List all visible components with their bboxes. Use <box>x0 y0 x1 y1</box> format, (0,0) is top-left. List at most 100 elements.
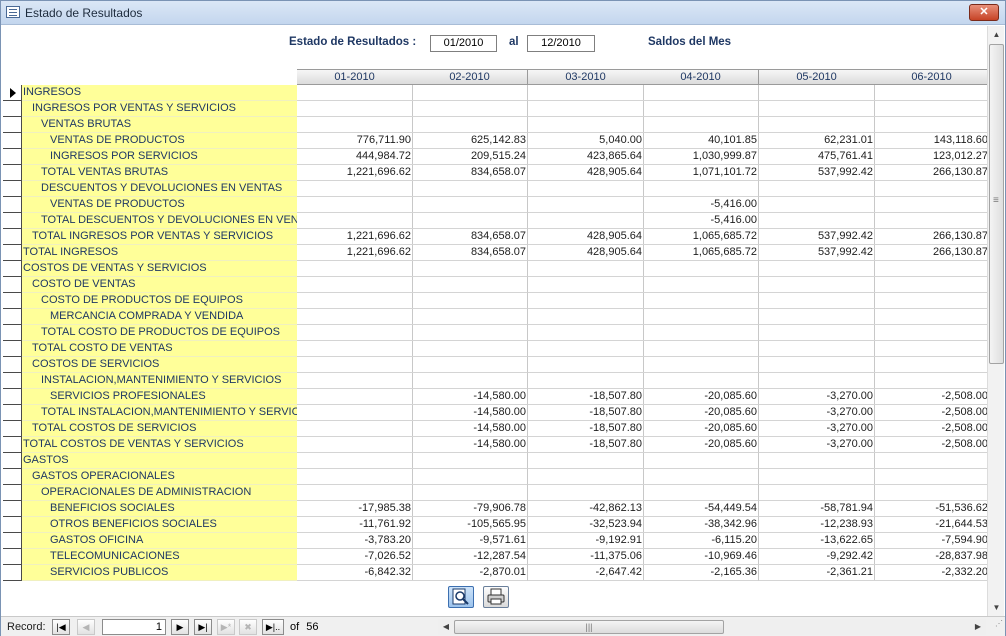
amount-cell[interactable] <box>297 309 413 325</box>
row-selector[interactable] <box>3 517 22 533</box>
amount-cell[interactable] <box>874 85 987 101</box>
amount-cell[interactable]: -14,580.00 <box>412 389 528 405</box>
amount-cell[interactable] <box>412 325 528 341</box>
amount-cell[interactable] <box>759 485 875 501</box>
amount-cell[interactable] <box>528 117 644 133</box>
amount-cell[interactable]: -18,507.80 <box>528 389 644 405</box>
amount-cell[interactable] <box>874 117 987 133</box>
amount-cell[interactable]: -18,507.80 <box>528 421 644 437</box>
amount-cell[interactable] <box>297 485 413 501</box>
amount-cell[interactable]: -32,523.94 <box>528 517 644 533</box>
amount-cell[interactable] <box>643 181 759 197</box>
amount-cell[interactable] <box>412 485 528 501</box>
row-selector[interactable] <box>3 389 22 405</box>
amount-cell[interactable] <box>874 101 987 117</box>
amount-cell[interactable]: 428,905.64 <box>528 229 644 245</box>
amount-cell[interactable] <box>759 309 875 325</box>
amount-cell[interactable] <box>874 453 987 469</box>
amount-cell[interactable] <box>528 101 644 117</box>
amount-cell[interactable]: -42,862.13 <box>528 501 644 517</box>
amount-cell[interactable]: -2,508.00 <box>874 421 987 437</box>
amount-cell[interactable] <box>643 261 759 277</box>
amount-cell[interactable] <box>412 453 528 469</box>
amount-cell[interactable]: -20,085.60 <box>643 437 759 453</box>
amount-cell[interactable] <box>643 469 759 485</box>
amount-cell[interactable]: -12,238.93 <box>759 517 875 533</box>
amount-cell[interactable]: 776,711.90 <box>297 133 413 149</box>
amount-cell[interactable] <box>874 197 987 213</box>
row-selector[interactable] <box>3 245 22 261</box>
row-selector[interactable] <box>3 261 22 277</box>
amount-cell[interactable] <box>874 181 987 197</box>
table-row[interactable]: VENTAS DE PRODUCTOS -5,416.00 <box>3 197 987 213</box>
amount-cell[interactable] <box>412 117 528 133</box>
amount-cell[interactable] <box>874 325 987 341</box>
amount-cell[interactable] <box>297 117 413 133</box>
amount-cell[interactable]: 62,231.01 <box>759 133 875 149</box>
table-row[interactable]: GASTOS OPERACIONALES <box>3 469 987 485</box>
amount-cell[interactable] <box>528 293 644 309</box>
amount-cell[interactable] <box>528 277 644 293</box>
amount-cell[interactable] <box>874 293 987 309</box>
amount-cell[interactable]: -2,508.00 <box>874 389 987 405</box>
table-row[interactable]: TOTAL VENTAS BRUTAS 1,221,696.62 834,658.0… <box>3 165 987 181</box>
amount-cell[interactable]: -2,332.20 <box>874 565 987 581</box>
amount-cell[interactable] <box>297 293 413 309</box>
amount-cell[interactable]: -11,761.92 <box>297 517 413 533</box>
amount-cell[interactable]: -7,026.52 <box>297 549 413 565</box>
table-row[interactable]: INGRESOS <box>3 85 987 101</box>
amount-cell[interactable]: 266,130.87 <box>874 165 987 181</box>
amount-cell[interactable] <box>759 117 875 133</box>
amount-cell[interactable] <box>759 181 875 197</box>
table-row[interactable]: COSTO DE PRODUCTOS DE EQUIPOS <box>3 293 987 309</box>
amount-cell[interactable] <box>874 261 987 277</box>
amount-cell[interactable] <box>297 341 413 357</box>
amount-cell[interactable]: -11,375.06 <box>528 549 644 565</box>
table-row[interactable]: SERVICIOS PUBLICOS -6,842.32 -2,870.01 -2,6… <box>3 565 987 581</box>
amount-cell[interactable] <box>297 373 413 389</box>
amount-cell[interactable]: -20,085.60 <box>643 389 759 405</box>
amount-cell[interactable]: 209,515.24 <box>412 149 528 165</box>
amount-cell[interactable] <box>759 293 875 309</box>
amount-cell[interactable] <box>412 181 528 197</box>
amount-cell[interactable]: -51,536.62 <box>874 501 987 517</box>
amount-cell[interactable] <box>643 357 759 373</box>
amount-cell[interactable]: -18,507.80 <box>528 405 644 421</box>
amount-cell[interactable] <box>297 85 413 101</box>
amount-cell[interactable]: -7,594.90 <box>874 533 987 549</box>
row-selector[interactable] <box>3 405 22 421</box>
row-selector[interactable] <box>3 549 22 565</box>
table-row[interactable]: BENEFICIOS SOCIALES -17,985.38 -79,906.78-… <box>3 501 987 517</box>
amount-cell[interactable]: -2,508.00 <box>874 437 987 453</box>
table-row[interactable]: GASTOS OFICINA -3,783.20 -9,571.61 -9,192.9… <box>3 533 987 549</box>
amount-cell[interactable] <box>297 389 413 405</box>
first-record-button[interactable]: |◀ <box>52 619 70 635</box>
amount-cell[interactable]: -12,287.54 <box>412 549 528 565</box>
amount-cell[interactable] <box>412 213 528 229</box>
vertical-scroll-thumb[interactable] <box>989 44 1004 364</box>
amount-cell[interactable] <box>297 261 413 277</box>
amount-cell[interactable] <box>528 485 644 501</box>
amount-cell[interactable]: 475,761.41 <box>759 149 875 165</box>
row-selector[interactable] <box>3 277 22 293</box>
amount-cell[interactable]: -5,416.00 <box>643 197 759 213</box>
amount-cell[interactable]: -3,270.00 <box>759 389 875 405</box>
amount-cell[interactable]: -28,837.98 <box>874 549 987 565</box>
amount-cell[interactable] <box>759 101 875 117</box>
scroll-right-icon[interactable]: ▶ <box>970 619 986 635</box>
amount-cell[interactable]: 123,012.27 <box>874 149 987 165</box>
amount-cell[interactable] <box>297 213 413 229</box>
amount-cell[interactable]: -10,969.46 <box>643 549 759 565</box>
last-record-button[interactable]: ▶| <box>194 619 212 635</box>
amount-cell[interactable] <box>759 469 875 485</box>
row-selector[interactable] <box>3 437 22 453</box>
vertical-scrollbar[interactable]: ▲ ▼ <box>987 26 1004 616</box>
new-record-button[interactable]: ▶* <box>217 619 235 635</box>
amount-cell[interactable]: 1,221,696.62 <box>297 245 413 261</box>
scroll-left-icon[interactable]: ◀ <box>438 619 454 635</box>
amount-cell[interactable]: -20,085.60 <box>643 421 759 437</box>
row-selector[interactable] <box>3 165 22 181</box>
amount-cell[interactable] <box>528 357 644 373</box>
amount-cell[interactable] <box>412 341 528 357</box>
amount-cell[interactable]: 423,865.64 <box>528 149 644 165</box>
